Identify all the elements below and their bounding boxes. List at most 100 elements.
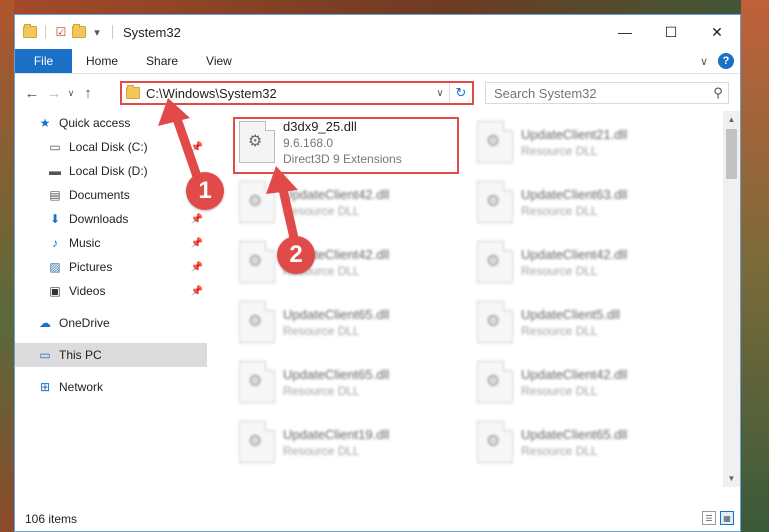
nav-downloads[interactable]: ⬇ Downloads 📌 — [15, 207, 207, 231]
tab-home[interactable]: Home — [72, 49, 132, 73]
file-tile[interactable]: ⚙ UpdateClient42.dll Resource DLL — [471, 235, 697, 289]
file-tile[interactable]: ⚙ UpdateClient65.dll Resource DLL — [233, 355, 459, 409]
file-tile[interactable]: ⚙ UpdateClient42.dll Resource DLL — [233, 175, 459, 229]
forward-arrow-icon[interactable]: → — [43, 82, 65, 104]
navigation-pane: ★ Quick access ▭ Local Disk (C:) 📌 ▬ Loc… — [15, 111, 207, 487]
tab-share[interactable]: Share — [132, 49, 192, 73]
file-tile[interactable]: ⚙ UpdateClient63.dll Resource DLL — [471, 175, 697, 229]
file-tile[interactable]: ⚙ UpdateClient5.dll Resource DLL — [471, 295, 697, 349]
address-dropdown-icon[interactable]: ∨ — [431, 88, 449, 99]
ribbon-right-controls: ∨ ? — [700, 53, 734, 69]
tab-file[interactable]: File — [15, 49, 72, 73]
cloud-icon: ☁ — [39, 316, 51, 330]
file-name: UpdateClient65.dll — [283, 366, 390, 382]
nav-label: This PC — [59, 348, 102, 362]
address-row: ← → ∨ ↑ C:\Windows\System32 ∨ ↻ ⚲ — [15, 74, 740, 112]
dll-file-icon: ⚙ — [477, 241, 513, 283]
gear-icon: ⚙ — [486, 373, 501, 390]
dll-file-icon: ⚙ — [239, 421, 275, 463]
tiles-view-icon[interactable]: ▦ — [720, 511, 734, 525]
nav-videos[interactable]: ▣ Videos 📌 — [15, 279, 207, 303]
properties-icon[interactable]: ☑ — [54, 25, 68, 39]
file-name: UpdateClient65.dll — [521, 426, 628, 442]
address-bar[interactable]: C:\Windows\System32 ∨ ↻ — [120, 81, 474, 105]
nav-this-pc[interactable]: ▭ This PC — [15, 343, 207, 367]
dll-file-icon: ⚙ — [239, 241, 275, 283]
nav-music[interactable]: ♪ Music 📌 — [15, 231, 207, 255]
nav-onedrive[interactable]: ☁ OneDrive — [15, 311, 207, 335]
pin-icon: 📌 — [190, 213, 203, 225]
scroll-up-icon[interactable]: ▲ — [723, 111, 740, 128]
file-tile[interactable]: ⚙ UpdateClient42.dll Resource DLL — [233, 235, 459, 289]
expand-ribbon-icon[interactable]: ∨ — [700, 55, 708, 68]
nav-quick-access[interactable]: ★ Quick access — [15, 111, 207, 135]
back-arrow-icon[interactable]: ← — [21, 82, 43, 104]
recent-locations-icon[interactable]: ∨ — [65, 82, 77, 104]
file-name: UpdateClient5.dll — [521, 306, 621, 322]
dll-file-icon: ⚙ — [477, 181, 513, 223]
file-tile[interactable]: ⚙ UpdateClient19.dll Resource DLL — [233, 415, 459, 469]
file-description: Resource DLL — [283, 323, 360, 338]
up-arrow-icon[interactable]: ↑ — [77, 82, 99, 104]
nav-label: Local Disk (D:) — [69, 164, 148, 178]
tab-view[interactable]: View — [192, 49, 246, 73]
dll-file-icon: ⚙ — [239, 301, 275, 343]
documents-icon: ▤ — [49, 188, 61, 202]
pin-icon: 📌 — [190, 237, 203, 249]
help-icon[interactable]: ? — [718, 53, 734, 69]
folder-icon — [23, 24, 37, 39]
pin-icon: 📌 — [190, 285, 203, 297]
toolbar-divider — [112, 25, 113, 39]
vertical-scrollbar[interactable]: ▲ ▼ — [723, 111, 740, 487]
file-description: Resource DLL — [521, 143, 598, 158]
dll-file-icon: ⚙ — [477, 421, 513, 463]
callout-number-2: 2 — [277, 236, 315, 274]
file-description: Resource DLL — [521, 263, 598, 278]
details-view-icon[interactable]: ☰ — [702, 511, 716, 525]
nav-label: Downloads — [69, 212, 129, 226]
window-title: System32 — [123, 24, 181, 40]
scroll-thumb[interactable] — [726, 129, 737, 179]
file-tile[interactable]: ⚙ UpdateClient42.dll Resource DLL — [471, 355, 697, 409]
file-tile[interactable]: ⚙ UpdateClient21.dll Resource DLL — [471, 115, 697, 169]
nav-local-disk-c[interactable]: ▭ Local Disk (C:) 📌 — [15, 135, 207, 159]
file-tile[interactable]: ⚙ UpdateClient65.dll Resource DLL — [233, 295, 459, 349]
quick-access-toolbar: ☑ ▾ — [15, 24, 117, 39]
address-path: C:\Windows\System32 — [146, 85, 277, 101]
search-icon: ⚲ — [713, 85, 723, 100]
drive-icon: ▭ — [49, 140, 61, 154]
pictures-icon: ▨ — [49, 260, 61, 274]
nav-label: Music — [69, 236, 101, 250]
pin-icon: 📌 — [190, 141, 203, 153]
nav-label: Videos — [69, 284, 106, 298]
search-box[interactable]: ⚲ — [485, 82, 729, 104]
nav-label: OneDrive — [59, 316, 110, 330]
nav-documents[interactable]: ▤ Documents 📌 — [15, 183, 207, 207]
videos-icon: ▣ — [49, 284, 61, 298]
search-input[interactable] — [492, 84, 708, 102]
music-icon: ♪ — [52, 236, 58, 250]
file-description: Resource DLL — [521, 383, 598, 398]
scroll-down-icon[interactable]: ▼ — [723, 470, 740, 487]
maximize-button[interactable]: ☐ — [648, 15, 694, 49]
folder-icon — [126, 85, 140, 100]
new-folder-icon[interactable] — [72, 24, 86, 39]
nav-label: Quick access — [59, 116, 131, 130]
nav-pictures[interactable]: ▨ Pictures 📌 — [15, 255, 207, 279]
gear-icon: ⚙ — [248, 253, 263, 270]
gear-icon: ⚙ — [486, 193, 501, 210]
nav-label: Documents — [69, 188, 130, 202]
minimize-button[interactable]: — — [602, 15, 648, 49]
network-icon: ⊞ — [39, 380, 51, 394]
refresh-icon[interactable]: ↻ — [449, 83, 472, 103]
title-bar: ☑ ▾ System32 — ☐ ✕ — [15, 15, 740, 49]
nav-local-disk-d[interactable]: ▬ Local Disk (D:) — [15, 159, 207, 183]
drive-icon: ▬ — [49, 164, 61, 178]
close-button[interactable]: ✕ — [694, 15, 740, 49]
desktop-background-left — [0, 0, 14, 532]
customize-toolbar-icon[interactable]: ▾ — [90, 25, 104, 39]
file-name: UpdateClient42.dll — [521, 366, 628, 382]
file-tile[interactable]: ⚙ UpdateClient65.dll Resource DLL — [471, 415, 697, 469]
nav-network[interactable]: ⊞ Network — [15, 375, 207, 399]
file-explorer-window: ☑ ▾ System32 — ☐ ✕ File Home Share View … — [14, 14, 741, 532]
